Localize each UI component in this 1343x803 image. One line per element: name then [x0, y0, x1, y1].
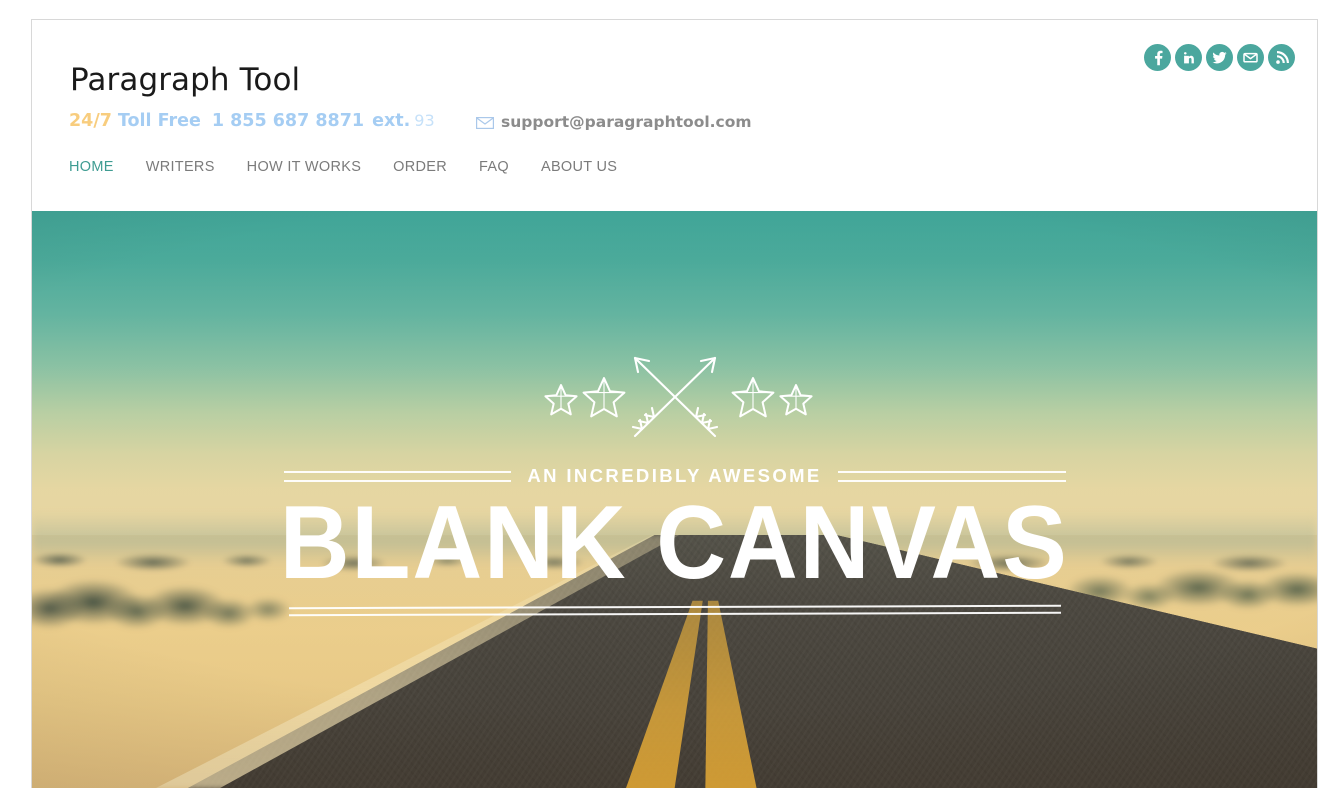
hero-kicker-rule-left	[283, 470, 512, 482]
hero-content: AN INCREDIBLY AWESOME BLANK CANVAS	[32, 211, 1317, 788]
social-links	[1144, 44, 1295, 71]
hero-kicker: AN INCREDIBLY AWESOME	[527, 465, 822, 486]
twitter-icon	[1211, 49, 1228, 66]
hero-kicker-row: AN INCREDIBLY AWESOME	[283, 465, 1066, 487]
contact-phone-line: 24/7 Toll Free 1 855 687 8871 ext. 93	[69, 111, 435, 131]
hero-kicker-rule-right	[837, 470, 1066, 482]
extension-number: 93	[414, 111, 435, 130]
facebook-icon	[1150, 50, 1166, 66]
nav-item-about-us[interactable]: ABOUT US	[541, 159, 617, 175]
nav-item-writers[interactable]: WRITERS	[146, 159, 215, 175]
hero-underline-rules	[288, 604, 1061, 617]
email-address: support@paragraphtool.com	[501, 113, 752, 131]
envelope-icon	[476, 116, 494, 130]
nav-item-order[interactable]: ORDER	[393, 159, 447, 175]
phone-number[interactable]: 1 855 687 8871	[212, 111, 364, 131]
site-header: Paragraph Tool 24/7 Toll Free 1 855 687 88…	[32, 20, 1317, 211]
social-link-twitter[interactable]	[1206, 44, 1233, 71]
social-link-email[interactable]	[1237, 44, 1264, 71]
crossed-arrows-and-stars-icon	[530, 348, 820, 443]
nav-item-faq[interactable]: FAQ	[479, 159, 509, 175]
extension-label: ext.	[372, 111, 411, 131]
social-link-facebook[interactable]	[1144, 44, 1171, 71]
social-link-rss[interactable]	[1268, 44, 1295, 71]
hero-underline-rule-2	[288, 611, 1061, 617]
nav-item-home[interactable]: HOME	[69, 159, 114, 175]
linkedin-icon	[1181, 50, 1197, 66]
page-container: Paragraph Tool 24/7 Toll Free 1 855 687 88…	[31, 19, 1318, 788]
page-title: Paragraph Tool	[70, 62, 301, 98]
contact-email[interactable]: support@paragraphtool.com	[476, 113, 752, 131]
hero-underline-rule-1	[288, 604, 1061, 610]
rss-icon	[1274, 50, 1290, 66]
toll-free-label: Toll Free	[117, 111, 201, 131]
availability-label: 24/7	[69, 111, 112, 131]
social-link-linkedin[interactable]	[1175, 44, 1202, 71]
envelope-icon	[1242, 49, 1259, 66]
hero-banner: AN INCREDIBLY AWESOME BLANK CANVAS	[32, 211, 1317, 788]
main-navigation: HOME WRITERS HOW IT WORKS ORDER FAQ ABOU…	[69, 159, 649, 175]
nav-item-how-it-works[interactable]: HOW IT WORKS	[247, 159, 362, 175]
hero-headline: BLANK CANVAS	[280, 485, 1069, 601]
